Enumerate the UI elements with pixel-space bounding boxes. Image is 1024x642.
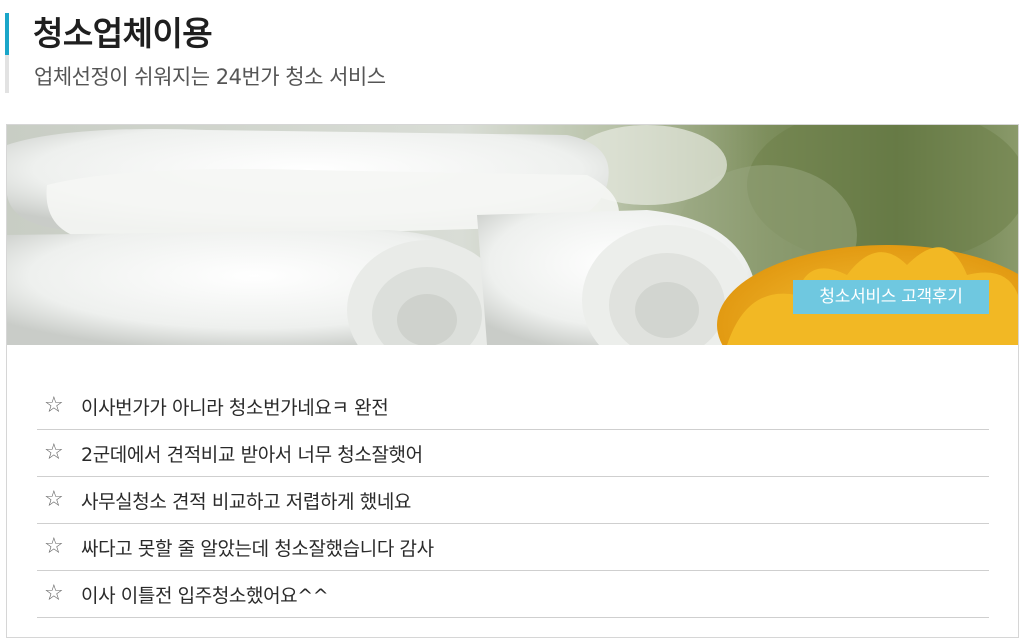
list-item[interactable]: ☆ 싸다고 못할 줄 알았는데 청소잘했습니다 감사 [37, 524, 989, 571]
banner-tag-customer-reviews[interactable]: 청소서비스 고객후기 [793, 280, 989, 314]
banner-image: 청소서비스 고객후기 [7, 125, 1018, 345]
subtitle-side-bar [5, 55, 9, 93]
list-item[interactable]: ☆ 이사 이틀전 입주청소했어요^^ [37, 571, 989, 618]
page-title: 청소업체이용 [33, 14, 213, 53]
page-subtitle: 업체선정이 쉬워지는 24번가 청소 서비스 [34, 65, 386, 89]
star-outline-icon: ☆ [44, 440, 64, 465]
title-accent-bar [5, 13, 9, 55]
review-text: 이사번가가 아니라 청소번가네요ㅋ 완전 [81, 396, 389, 419]
review-text: 2군데에서 견적비교 받아서 너무 청소잘햇어 [81, 443, 423, 466]
review-card: 청소서비스 고객후기 ☆ 이사번가가 아니라 청소번가네요ㅋ 완전 ☆ 2군데에… [6, 124, 1019, 638]
list-item[interactable]: ☆ 사무실청소 견적 비교하고 저렵하게 했네요 [37, 477, 989, 524]
star-outline-icon: ☆ [44, 487, 64, 512]
review-text: 이사 이틀전 입주청소했어요^^ [81, 584, 329, 607]
page-header: 청소업체이용 업체선정이 쉬워지는 24번가 청소 서비스 [0, 0, 1024, 100]
review-text: 싸다고 못할 줄 알았는데 청소잘했습니다 감사 [81, 537, 434, 560]
list-item[interactable]: ☆ 이사번가가 아니라 청소번가네요ㅋ 완전 [37, 383, 989, 430]
review-text: 사무실청소 견적 비교하고 저렵하게 했네요 [81, 490, 411, 513]
star-outline-icon: ☆ [44, 581, 64, 606]
list-item[interactable]: ☆ 2군데에서 견적비교 받아서 너무 청소잘햇어 [37, 430, 989, 477]
review-list: ☆ 이사번가가 아니라 청소번가네요ㅋ 완전 ☆ 2군데에서 견적비교 받아서 … [37, 383, 989, 618]
star-outline-icon: ☆ [44, 393, 64, 418]
star-outline-icon: ☆ [44, 534, 64, 559]
